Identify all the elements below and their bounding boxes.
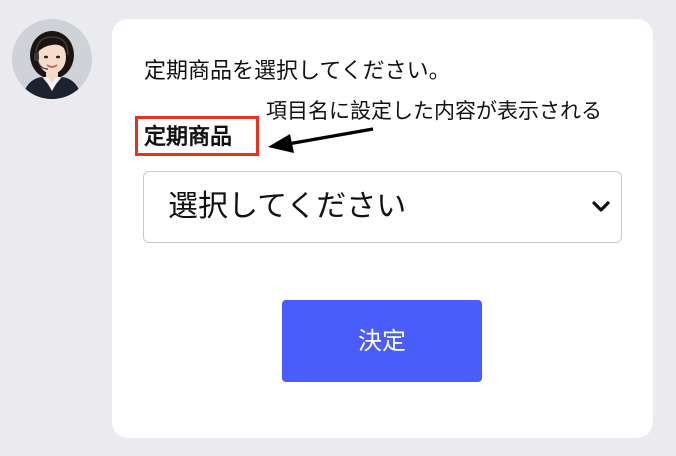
arrow-left-icon — [268, 127, 374, 153]
select-value: 選択してください — [168, 189, 407, 224]
prompt-message: 定期商品を選択してください。 — [144, 59, 451, 84]
submit-button[interactable]: 決定 — [282, 300, 482, 382]
highlight-box — [135, 116, 259, 156]
product-select[interactable]: 選択してください — [143, 171, 622, 243]
chevron-down-icon — [592, 201, 610, 212]
operator-avatar-icon — [12, 19, 92, 99]
avatar — [12, 19, 92, 99]
